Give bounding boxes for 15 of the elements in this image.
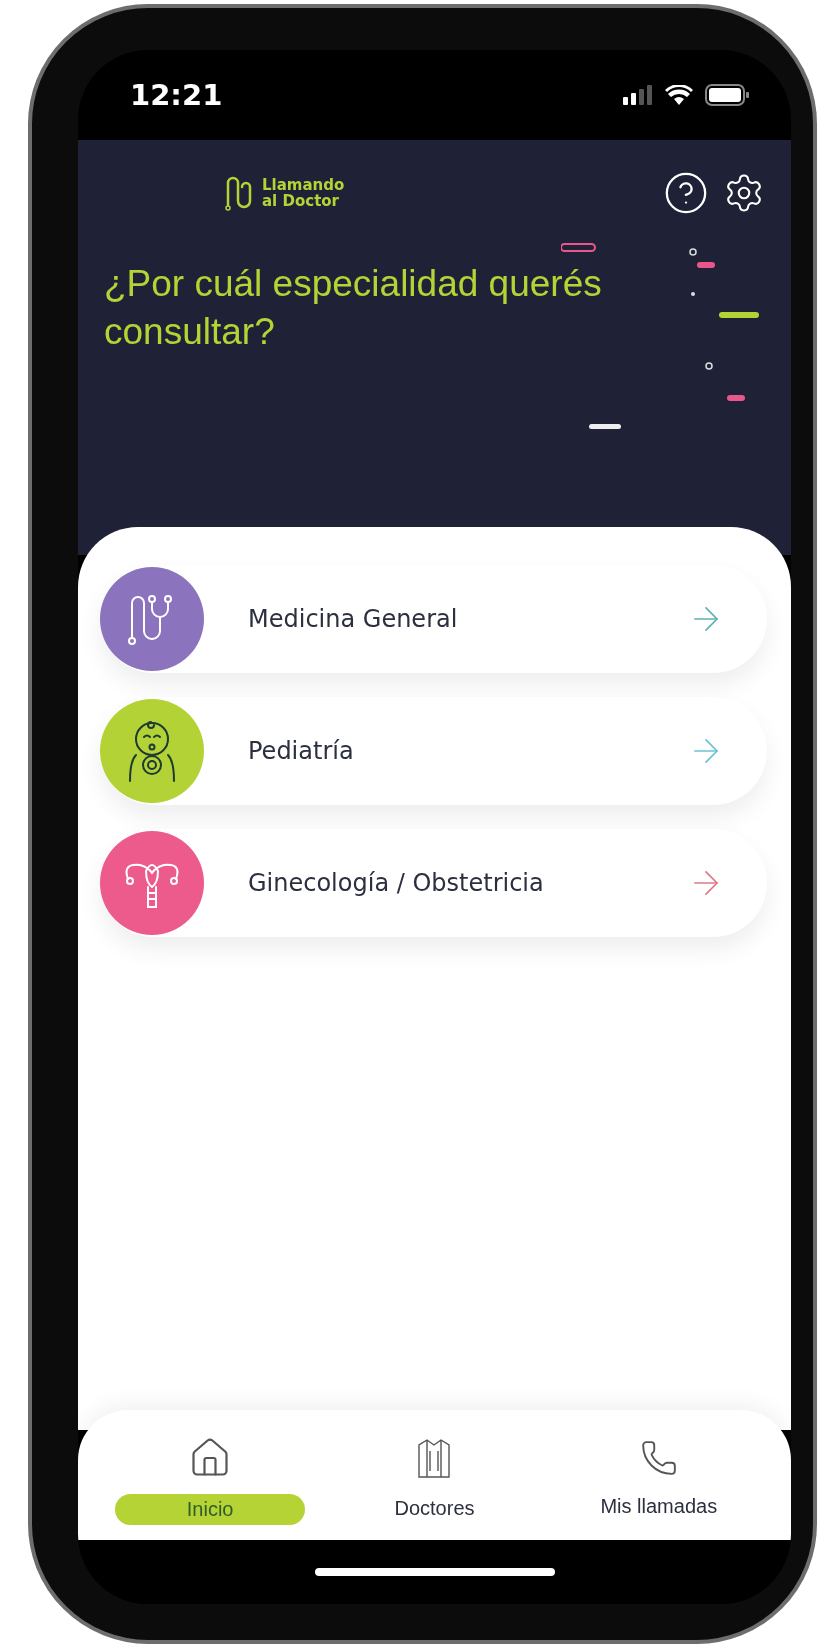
specialty-row[interactable]: Pediatría bbox=[100, 697, 767, 805]
specialty-row[interactable]: Ginecología / Obstetricia bbox=[100, 829, 767, 937]
help-button[interactable] bbox=[663, 170, 709, 216]
logo-text: Llamando al Doctor bbox=[262, 177, 345, 209]
nav-tab[interactable]: Mis llamadas bbox=[563, 1490, 754, 1522]
signal-icon bbox=[623, 85, 653, 105]
status-time: 12:21 bbox=[130, 78, 223, 112]
logo-icon bbox=[224, 175, 254, 211]
phone-icon[interactable] bbox=[639, 1438, 678, 1477]
specialty-row[interactable]: Medicina General bbox=[100, 565, 767, 673]
nav-tab[interactable]: Doctores bbox=[339, 1492, 530, 1524]
wifi-icon bbox=[665, 85, 693, 105]
battery-icon bbox=[705, 84, 749, 106]
nav-tab[interactable]: Inicio bbox=[115, 1493, 306, 1525]
page-title: ¿Por cuál especialidad querés consultar? bbox=[104, 262, 603, 354]
